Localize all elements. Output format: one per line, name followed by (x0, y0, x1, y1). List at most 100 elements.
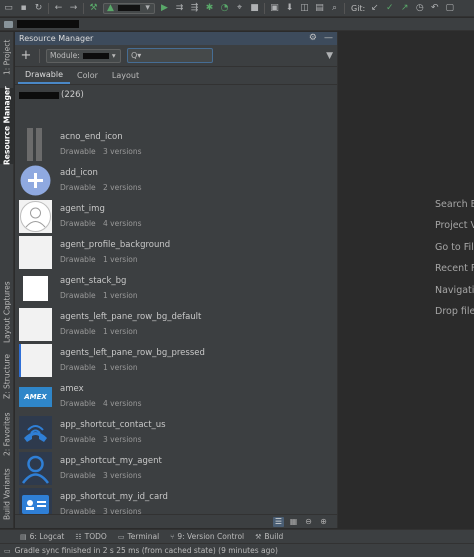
device-file-icon[interactable]: ▤ (314, 3, 325, 14)
build-tab[interactable]: ⚒ Build (255, 532, 283, 541)
zoom-in-icon[interactable]: ⊕ (318, 517, 329, 527)
back-arrow-icon[interactable]: ← (53, 3, 64, 14)
resource-item[interactable]: app_shortcut_contact_us Drawable 3 versi… (15, 414, 337, 450)
version-control-label: 9: Version Control (177, 532, 245, 541)
resource-item[interactable]: agent_img Drawable 4 versions (15, 198, 337, 234)
git-update-icon[interactable]: ↙ (369, 3, 380, 14)
status-message: Gradle sync finished in 2 s 25 ms (from … (14, 546, 278, 555)
window-icon[interactable]: ▢ (444, 3, 455, 14)
resource-name: app_shortcut_my_id_card (60, 492, 168, 502)
resource-item[interactable]: agent_profile_background Drawable 1 vers… (15, 234, 337, 270)
terminal-tab[interactable]: ▭ Terminal (118, 532, 159, 541)
apply-code-changes-icon[interactable]: ⇶ (189, 3, 200, 14)
panel-title: Resource Manager (19, 34, 94, 43)
run-icon[interactable]: ▶ (159, 3, 170, 14)
redacted-project-name[interactable] (17, 20, 79, 28)
stripe-tab-favorites[interactable]: 2: Favorites (0, 410, 14, 458)
resource-type: Drawable (60, 219, 96, 228)
gear-icon[interactable]: ⚙ (309, 34, 317, 43)
redacted-module-name (82, 52, 109, 59)
minimize-icon[interactable]: — (324, 34, 333, 43)
build-icon: ⚒ (255, 532, 262, 541)
todo-icon: ☷ (75, 532, 82, 541)
build-label: Build (264, 532, 284, 541)
grid-view-icon[interactable]: ▦ (288, 517, 299, 527)
resource-versions: 3 versions (103, 471, 142, 480)
filter-icon[interactable]: ▼ (326, 51, 333, 61)
person-icon (21, 455, 50, 484)
stripe-tab-layout-captures[interactable]: Layout Captures (0, 277, 14, 347)
tab-layout[interactable]: Layout (105, 67, 146, 84)
save-icon[interactable]: ▪ (18, 3, 29, 14)
git-history-icon[interactable]: ◷ (414, 3, 425, 14)
zoom-out-icon[interactable]: ⊖ (303, 517, 314, 527)
open-folder-icon[interactable]: ▭ (3, 3, 14, 14)
hint-drop-files: Drop file (435, 306, 474, 317)
navigation-bar (0, 18, 474, 31)
resource-name: app_shortcut_contact_us (60, 420, 166, 430)
resource-count: (226) (61, 90, 84, 100)
run-config-selector[interactable]: ▲ ▾ (103, 2, 155, 14)
version-control-tab[interactable]: ⑂ 9: Version Control (170, 532, 244, 541)
stop-icon[interactable]: ■ (249, 3, 260, 14)
stripe-tab-build-variants[interactable]: Build Variants (0, 464, 14, 524)
list-view-icon[interactable]: ☰ (273, 516, 284, 527)
agent-stack-bg-thumbnail (19, 272, 52, 305)
main-toolbar: ▭ ▪ ↻ ← → ⚒ ▲ ▾ ▶ ⇉ ⇶ ✱ ◔ ⌖ ■ ▣ ⬇ ◫ ▤ ⌕ … (0, 0, 474, 17)
resource-versions: 1 version (103, 255, 138, 264)
stripe-tab-label: 2: Favorites (2, 412, 12, 456)
resource-name: amex (60, 384, 84, 394)
resource-versions: 2 versions (103, 183, 142, 192)
resource-item[interactable]: AMEX amex Drawable 4 versions (15, 378, 337, 414)
search-input[interactable]: Q▾ (127, 48, 213, 63)
resource-item[interactable]: app_shortcut_my_agent Drawable 3 version… (15, 450, 337, 486)
stripe-tab-label: Build Variants (2, 468, 12, 520)
stripe-tab-label: Layout Captures (2, 281, 12, 343)
module-selector[interactable]: Module: ▾ (46, 48, 121, 63)
layout-inspector-icon[interactable]: ◫ (299, 3, 310, 14)
resource-name: agents_left_pane_row_bg_pressed (60, 348, 205, 358)
git-push-icon[interactable]: ↗ (399, 3, 410, 14)
folder-icon (4, 20, 13, 28)
logcat-icon: ▤ (20, 532, 27, 541)
apply-changes-icon[interactable]: ⇉ (174, 3, 185, 14)
forward-arrow-icon[interactable]: → (68, 3, 79, 14)
resource-item[interactable]: acno_end_icon Drawable 3 versions (15, 126, 337, 162)
stripe-tab-structure[interactable]: Z: Structure (0, 352, 14, 402)
resource-type: Drawable (60, 291, 96, 300)
agents-left-pane-row-bg-default-thumbnail (19, 308, 52, 341)
tab-drawable[interactable]: Drawable (18, 67, 71, 84)
toolbar-separator (344, 2, 345, 14)
avd-manager-icon[interactable]: ▣ (269, 3, 280, 14)
add-resource-button[interactable]: + (19, 48, 33, 63)
git-rollback-icon[interactable]: ↶ (429, 3, 440, 14)
hammer-icon[interactable]: ⚒ (88, 3, 99, 14)
resource-name: agent_stack_bg (60, 276, 127, 286)
stripe-tab-resource-manager[interactable]: Resource Manager (0, 86, 14, 166)
resource-item[interactable]: add_icon Drawable 2 versions (15, 162, 337, 198)
toolbar-separator (83, 2, 84, 14)
todo-tab[interactable]: ☷ TODO (75, 532, 106, 541)
tab-color[interactable]: Color (70, 67, 105, 84)
debug-icon[interactable]: ✱ (204, 3, 215, 14)
profile-icon[interactable]: ◔ (219, 3, 230, 14)
resource-item[interactable]: agents_left_pane_row_bg_pressed Drawable… (15, 342, 337, 378)
hint-search-everywhere: Search E (435, 199, 474, 210)
app-shortcut-contact-us-thumbnail (19, 416, 52, 449)
status-icon[interactable]: ▭ (4, 547, 11, 555)
resource-versions: 4 versions (103, 399, 142, 408)
resource-item[interactable]: agents_left_pane_row_bg_default Drawable… (15, 306, 337, 342)
logcat-tab[interactable]: ▤ 6: Logcat (20, 532, 64, 541)
git-commit-icon[interactable]: ✓ (384, 3, 395, 14)
git-label: Git: (351, 3, 366, 13)
panel-header: Resource Manager ⚙ — (15, 32, 337, 45)
sync-icon[interactable]: ↻ (33, 3, 44, 14)
stripe-tab-project[interactable]: 1: Project (0, 34, 14, 80)
resource-item[interactable]: agent_stack_bg Drawable 1 version (15, 270, 337, 306)
search-everywhere-icon[interactable]: ⌕ (329, 3, 340, 14)
sdk-manager-icon[interactable]: ⬇ (284, 3, 295, 14)
attach-debugger-icon[interactable]: ⌖ (234, 3, 245, 14)
terminal-icon: ▭ (117, 532, 125, 541)
stripe-tab-label: Resource Manager (2, 86, 12, 166)
chevron-down-icon: ▾ (111, 51, 116, 60)
